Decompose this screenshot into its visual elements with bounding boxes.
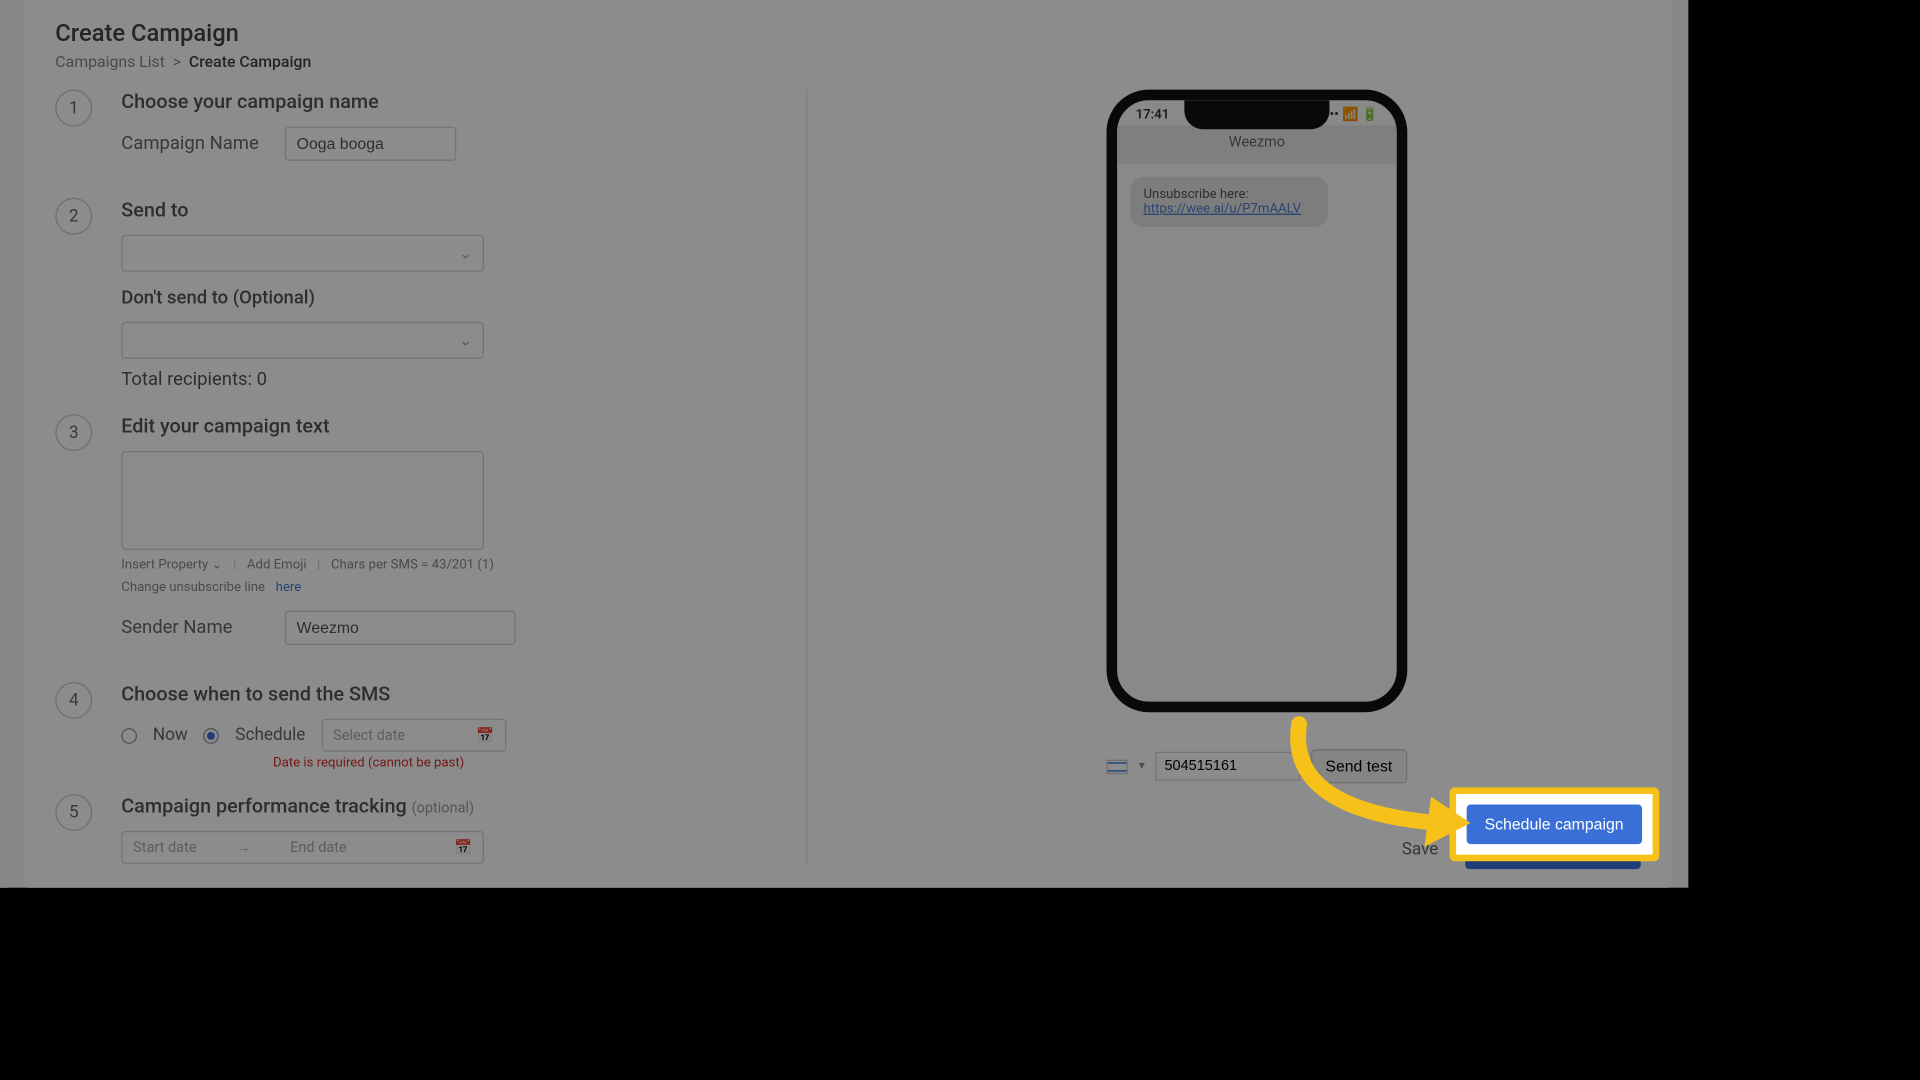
unsubscribe-text: Change unsubscribe line bbox=[121, 580, 265, 595]
sidebar-item-reports[interactable]: ▸▦Reports bbox=[0, 7, 8, 49]
radio-schedule-label: Schedule bbox=[235, 725, 305, 745]
dont-send-label: Don't send to (Optional) bbox=[121, 287, 740, 308]
sidebar: ▸▦Reports ▸📊Analytics ▸🧾Receipts ▸💬Messa… bbox=[0, 0, 8, 888]
sidebar-item-message-center[interactable]: ▸💬Message Center bbox=[0, 133, 8, 175]
radio-schedule[interactable] bbox=[204, 727, 220, 743]
step-1-number: 1 bbox=[55, 90, 92, 127]
calendar-icon: 📅 bbox=[476, 727, 494, 744]
add-emoji-link[interactable]: Add Emoji bbox=[247, 558, 307, 573]
sidebar-item-ropo[interactable]: ▸∞ROPO bbox=[0, 175, 8, 217]
radio-now-label: Now bbox=[153, 725, 188, 745]
preview-message: Unsubscribe here: https://wee.ai/u/P7mAA… bbox=[1130, 177, 1328, 227]
page-title: Create Campaign bbox=[55, 20, 1640, 48]
sidebar-item-social[interactable]: ▸👥Social bbox=[0, 218, 8, 260]
sidebar-item-receipts[interactable]: ▸🧾Receipts bbox=[0, 91, 8, 133]
dont-send-select[interactable] bbox=[121, 322, 484, 359]
schedule-campaign-button-highlight[interactable]: Schedule campaign bbox=[1466, 805, 1642, 845]
breadcrumb-root[interactable]: Campaigns List bbox=[55, 53, 165, 71]
tracking-date-range[interactable]: Start date→End date📅 bbox=[121, 831, 484, 864]
breadcrumb: Campaigns List > Create Campaign bbox=[55, 53, 1640, 71]
step-5-title: Campaign performance tracking (optional) bbox=[121, 794, 740, 818]
sender-name-input[interactable] bbox=[285, 611, 516, 645]
breadcrumb-current: Create Campaign bbox=[189, 53, 311, 71]
campaign-name-input[interactable] bbox=[285, 127, 456, 161]
calendar-icon: 📅 bbox=[454, 839, 472, 856]
country-flag-icon[interactable] bbox=[1107, 759, 1128, 774]
sidebar-item-analytics[interactable]: ▸📊Analytics bbox=[0, 49, 8, 91]
schedule-date-input[interactable]: Select date📅 bbox=[321, 719, 506, 752]
step-5-number: 5 bbox=[55, 794, 92, 831]
step-2-number: 2 bbox=[55, 198, 92, 235]
date-error: Date is required (cannot be past) bbox=[273, 756, 740, 771]
sidebar-sub-landing[interactable]: Landing Pages bbox=[0, 408, 8, 440]
campaign-text-input[interactable] bbox=[121, 451, 484, 550]
step-4-number: 4 bbox=[55, 682, 92, 719]
sender-name-label: Sender Name bbox=[121, 617, 266, 638]
sidebar-sub-email[interactable]: Email bbox=[0, 376, 8, 408]
preview-sender: Weezmo bbox=[1117, 125, 1397, 163]
preview-link: https://wee.ai/u/P7mAALV bbox=[1143, 202, 1301, 217]
phone-preview: 17:41••• 📶 🔋 Weezmo Unsubscribe here: ht… bbox=[1107, 90, 1408, 713]
step-3-title: Edit your campaign text bbox=[121, 414, 740, 438]
step-3-number: 3 bbox=[55, 414, 92, 451]
unsubscribe-here-link[interactable]: here bbox=[276, 580, 302, 595]
insert-property-link[interactable]: Insert Property ⌄ bbox=[121, 558, 222, 573]
campaign-name-label: Campaign Name bbox=[121, 133, 266, 154]
step-1-title: Choose your campaign name bbox=[121, 90, 740, 114]
step-4-title: Choose when to send the SMS bbox=[121, 682, 740, 706]
step-2-title: Send to bbox=[121, 198, 740, 222]
sidebar-item-loyalty[interactable]: ▸🏷Loyalty bbox=[0, 439, 8, 481]
radio-now[interactable] bbox=[121, 727, 137, 743]
total-recipients: Total recipients: 0 bbox=[121, 369, 740, 390]
sidebar-item-settings[interactable]: ⚙Account Settings bbox=[0, 481, 8, 523]
sidebar-item-contacts[interactable]: ▸📇ContactsNEW! bbox=[0, 260, 8, 302]
chars-per-sms: Chars per SMS = 43/201 (1) bbox=[331, 558, 494, 573]
send-to-select[interactable] bbox=[121, 235, 484, 272]
